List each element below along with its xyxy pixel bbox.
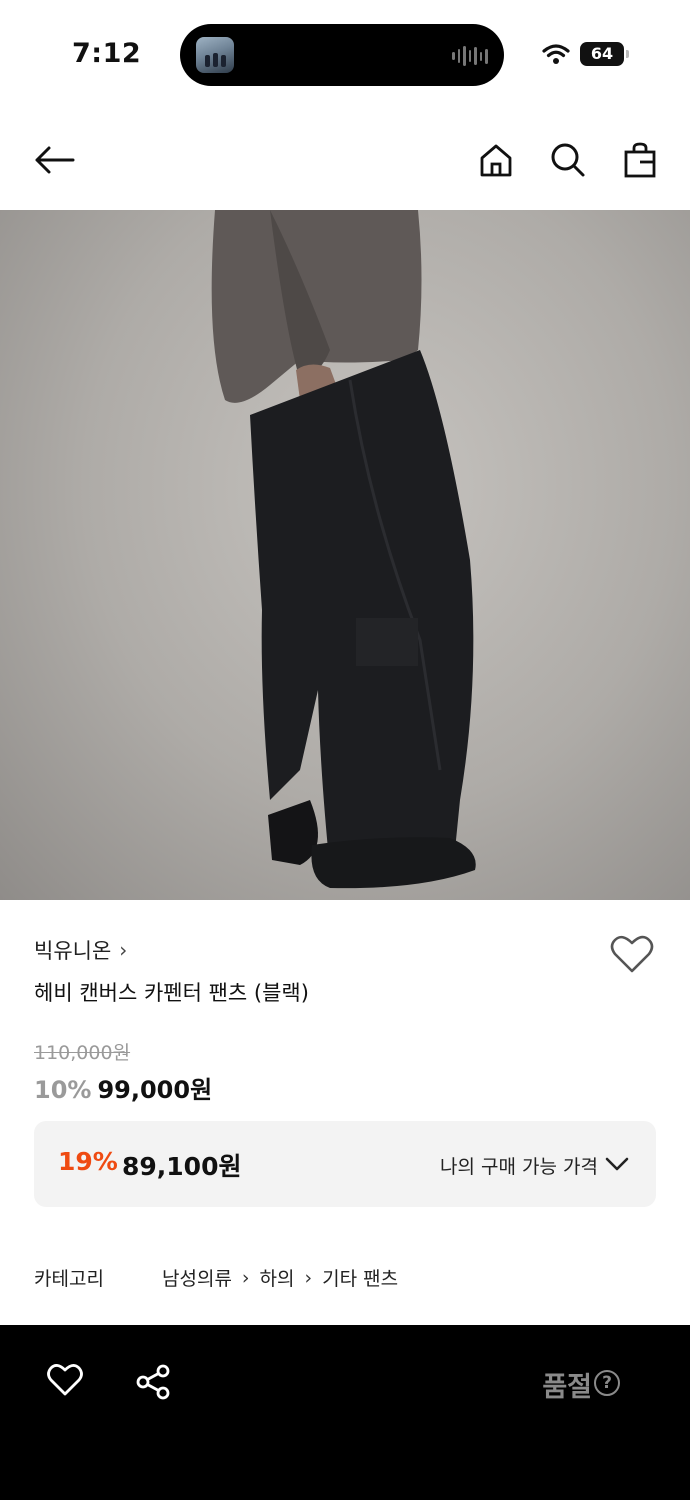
original-price: 110,000원 [34,1042,131,1064]
shopping-bag-icon[interactable] [618,138,662,182]
chevron-right-icon: › [304,1266,313,1289]
chevron-right-icon: › [241,1266,250,1289]
bottom-action-bar: 품절 ? [0,1325,690,1500]
category-level-1[interactable]: 남성의류 [162,1264,232,1291]
top-navigation [0,110,690,210]
my-price-dropdown[interactable]: 19% 89,100원 나의 구매 가능 가격 [34,1121,656,1207]
battery-indicator: 64 [580,42,629,66]
price-row: 10% 99,000원 [34,1070,212,1105]
product-image[interactable] [0,210,690,900]
category-breadcrumb: 카테고리 남성의류 › 하의 › 기타 팬츠 [34,1264,398,1291]
now-playing-thumbnail [196,37,234,73]
chevron-down-icon [605,1157,629,1171]
my-price-label: 나의 구매 가능 가격 [440,1156,598,1178]
sale-price: 99,000원 [97,1076,213,1104]
product-photo-illustration [211,210,476,889]
status-time: 7:12 [72,38,142,69]
search-icon[interactable] [546,138,590,182]
chevron-right-icon: › [119,938,128,962]
back-arrow-icon[interactable] [32,138,76,182]
heart-icon[interactable] [46,1363,86,1403]
sold-out-status: 품절 [542,1372,592,1403]
dynamic-island [180,24,504,86]
home-icon[interactable] [474,138,518,182]
status-indicators: 64 [542,42,629,66]
my-price-value: 89,100원 [122,1152,242,1181]
share-icon[interactable] [134,1363,174,1403]
wifi-icon [542,44,570,64]
brand-link[interactable]: 빅유니온 › [34,935,127,965]
status-bar: 7:12 64 [0,0,690,110]
my-price-discount-rate: 19% [58,1147,118,1176]
audio-waveform-icon [452,46,489,66]
wishlist-heart-button[interactable] [610,934,654,978]
category-level-3[interactable]: 기타 팬츠 [322,1264,398,1291]
heart-icon [610,935,654,973]
discount-rate: 10% [34,1076,92,1104]
brand-name: 빅유니온 [34,939,112,963]
category-level-2[interactable]: 하의 [260,1264,295,1291]
help-icon[interactable]: ? [594,1370,620,1396]
product-title: 헤비 캔버스 카펜터 팬츠 (블랙) [34,981,309,1005]
category-label: 카테고리 [34,1268,104,1290]
